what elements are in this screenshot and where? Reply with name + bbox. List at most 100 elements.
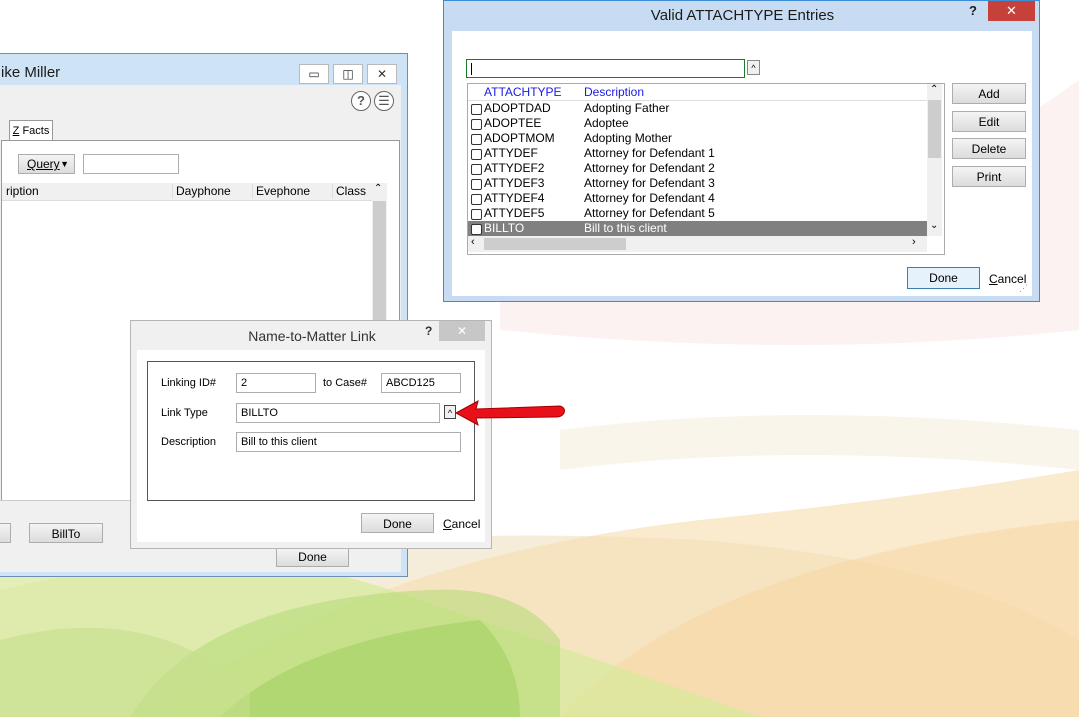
tab-facts[interactable]: Z Facts [9,120,53,141]
list-item[interactable]: ATTYDEF2 Attorney for Defendant 2 [468,161,927,176]
col-description[interactable]: ription [6,184,39,198]
query-label: Query [27,157,60,171]
maximize-button[interactable]: ◫ [333,64,363,84]
scroll-thumb[interactable] [928,100,941,158]
attachtype-list: ATTACHTYPE Description ADOPTDAD Adopting … [467,83,945,255]
scroll-right-icon[interactable]: › [912,236,916,248]
resize-grip-icon[interactable]: ⋰ [1019,283,1028,294]
list-header: ATTACHTYPE Description [468,84,927,101]
row-code: ADOPTMOM [484,131,555,145]
row-checkbox[interactable] [471,209,482,220]
chevron-down-icon: ▼ [60,159,69,169]
list-vscrollbar[interactable]: ⌃ ⌄ [927,84,942,236]
list-item[interactable]: ATTYDEF5 Attorney for Defendant 5 [468,206,927,221]
close-button[interactable]: ✕ [988,1,1035,21]
link-dialog: Name-to-Matter Link ? ✕ Linking ID# 2 to… [130,320,492,549]
search-input[interactable] [466,59,745,78]
edit-button[interactable]: Edit [952,111,1026,132]
row-checkbox[interactable] [471,149,482,160]
left-button[interactable] [0,523,11,543]
search-caret [471,63,472,75]
close-button[interactable]: ✕ [367,64,397,84]
row-code: ATTYDEF3 [484,176,545,190]
row-code: ATTYDEF2 [484,161,545,175]
list-item[interactable]: ADOPTMOM Adopting Mother [468,131,927,146]
linking-id-field[interactable]: 2 [236,373,316,393]
list-item[interactable]: ATTYDEF Attorney for Defendant 1 [468,146,927,161]
list-item[interactable]: ADOPTEE Adoptee [468,116,927,131]
row-checkbox[interactable] [471,224,482,235]
scroll-left-icon[interactable]: ‹ [471,236,475,248]
cancel-link[interactable]: Cancel [443,517,480,531]
main-window-title: ike Miller [1,64,61,81]
attachtype-client: ^ ATTACHTYPE Description ADOPTDAD Adoptin… [452,31,1032,296]
row-description: Adoptee [584,116,629,130]
row-checkbox[interactable] [471,119,482,130]
link-dialog-client: Linking ID# 2 to Case# ABCD125 Link Type… [137,350,485,542]
hscroll-thumb[interactable] [484,238,626,250]
row-description: Adopting Mother [584,131,673,145]
row-code: ADOPTDAD [484,101,551,115]
attachtype-dialog-title: Valid ATTACHTYPE Entries [650,7,835,24]
row-checkbox[interactable] [471,104,482,115]
row-checkbox[interactable] [471,179,482,190]
row-description: Attorney for Defendant 2 [584,161,715,175]
annotation-arrow-icon [454,400,565,427]
help-icon[interactable]: ? [351,91,371,111]
attachtype-rows: ADOPTDAD Adopting Father ADOPTEE Adoptee ADO… [468,101,927,236]
row-checkbox[interactable] [471,164,482,175]
scroll-down-icon[interactable]: ⌄ [930,220,938,231]
linking-id-label: Linking ID# [161,377,217,389]
list-header: ription Dayphone Evephone Class [2,183,387,201]
attachtype-dialog: Valid ATTACHTYPE Entries ? ✕ ^ ATTACHTYP… [443,0,1040,302]
col-class[interactable]: Class [332,184,366,198]
row-description: Adopting Father [584,101,670,115]
close-button[interactable]: ✕ [439,321,485,341]
link-type-field[interactable]: BILLTO [236,403,440,423]
description-field[interactable]: Bill to this client [236,432,461,452]
billto-button[interactable]: BillTo [29,523,103,543]
row-code: ADOPTEE [484,116,542,130]
col-attachtype[interactable]: ATTACHTYPE [484,85,562,99]
minimize-button[interactable]: ▭ [299,64,329,84]
row-checkbox[interactable] [471,134,482,145]
menu-icon[interactable]: ☰ [374,91,394,111]
link-fields-box: Linking ID# 2 to Case# ABCD125 Link Type… [147,361,475,501]
row-description: Bill to this client [584,221,667,235]
row-checkbox[interactable] [471,194,482,205]
list-hscrollbar[interactable]: ‹ › [468,236,927,252]
col-evephone[interactable]: Evephone [252,184,310,198]
col-description[interactable]: Description [584,85,644,99]
row-description: Attorney for Defendant 5 [584,206,715,220]
help-icon[interactable]: ? [969,3,977,18]
list-item[interactable]: ADOPTDAD Adopting Father [468,101,927,116]
tab-facts-label: Facts [19,125,50,137]
list-item[interactable]: ATTYDEF3 Attorney for Defendant 3 [468,176,927,191]
list-item[interactable]: BILLTO Bill to this client [468,221,927,236]
delete-button[interactable]: Delete [952,138,1026,159]
row-code: ATTYDEF [484,146,538,160]
to-case-label: to Case# [323,377,368,389]
help-icon[interactable]: ? [425,324,432,338]
row-description: Attorney for Defendant 1 [584,146,715,160]
search-dropdown-button[interactable]: ^ [747,60,760,75]
col-dayphone[interactable]: Dayphone [172,184,231,198]
row-code: ATTYDEF5 [484,206,545,220]
done-button[interactable]: Done [907,267,980,289]
scroll-up-icon[interactable]: ⌃ [930,84,938,95]
print-button[interactable]: Print [952,166,1026,187]
row-description: Attorney for Defendant 4 [584,191,715,205]
main-done-button[interactable]: Done [276,548,349,567]
scroll-up-icon[interactable]: ⌃ [374,183,382,194]
query-input[interactable] [83,154,179,174]
row-description: Attorney for Defendant 3 [584,176,715,190]
cancel-hotkey: C [443,517,452,531]
query-dropdown[interactable]: Query ▼ [18,154,75,174]
cancel-label: ancel [451,517,481,531]
row-code: ATTYDEF4 [484,191,545,205]
list-item[interactable]: ATTYDEF4 Attorney for Defendant 4 [468,191,927,206]
to-case-field[interactable]: ABCD125 [381,373,461,393]
add-button[interactable]: Add [952,83,1026,104]
description-label: Description [161,436,217,448]
done-button[interactable]: Done [361,513,434,533]
